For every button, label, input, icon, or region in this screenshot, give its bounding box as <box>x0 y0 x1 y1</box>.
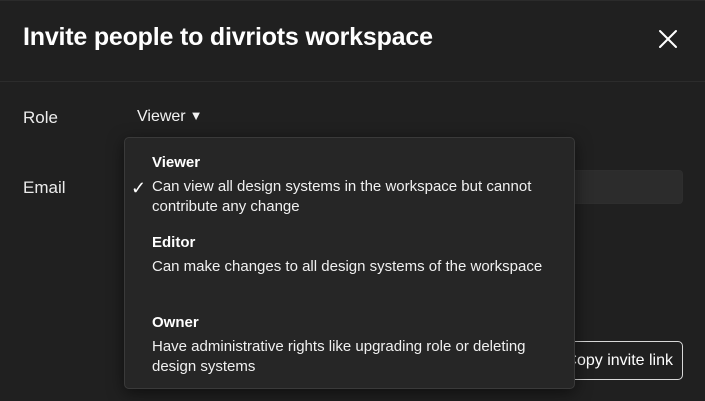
role-option-viewer[interactable]: ✓ Viewer Can view all design systems in … <box>125 154 574 220</box>
dialog-header: Invite people to divriots workspace <box>0 1 705 82</box>
email-input[interactable] <box>560 170 683 204</box>
role-option-owner[interactable]: Owner Have administrative rights like up… <box>125 314 574 380</box>
email-label: Email <box>23 178 66 197</box>
close-button[interactable] <box>657 28 679 50</box>
invite-dialog: Invite people to divriots workspace Role… <box>0 0 705 401</box>
dialog-title: Invite people to divriots workspace <box>23 23 433 51</box>
caret-down-icon: ▼ <box>189 108 203 123</box>
copy-invite-link-button[interactable]: Copy invite link <box>560 341 683 380</box>
role-option-description: Can make changes to all design systems o… <box>152 258 543 275</box>
close-icon <box>659 30 677 48</box>
role-dropdown-menu: ✓ Viewer Can view all design systems in … <box>124 137 575 389</box>
role-select-value: Viewer <box>137 108 186 125</box>
role-label: Role <box>23 108 58 127</box>
checkmark-icon: ✓ <box>131 178 147 198</box>
role-option-description: Have administrative rights like upgradin… <box>152 338 526 375</box>
role-option-description: Can view all design systems in the works… <box>152 178 532 215</box>
role-select[interactable]: Viewer ▼ <box>137 108 203 126</box>
role-option-title: Owner <box>152 314 199 331</box>
role-option-title: Editor <box>152 234 196 251</box>
role-option-editor[interactable]: Editor Can make changes to all design sy… <box>125 234 574 300</box>
role-option-title: Viewer <box>152 154 201 171</box>
